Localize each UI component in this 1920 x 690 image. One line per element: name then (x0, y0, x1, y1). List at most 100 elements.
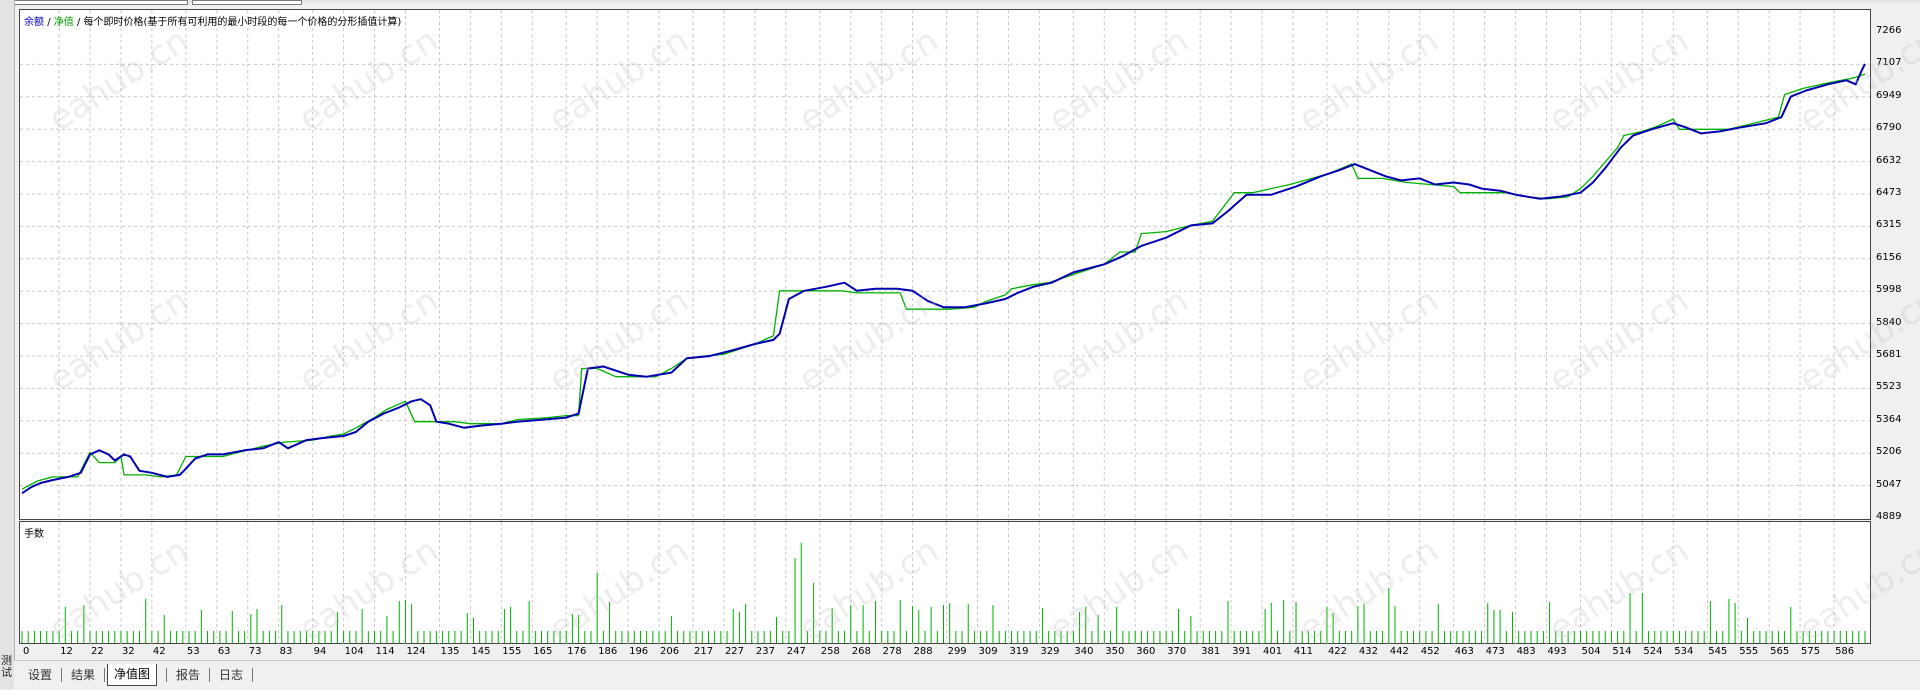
x-tick-label: 524 (1643, 646, 1663, 657)
y-tick-label: 5047 (1876, 478, 1902, 490)
tab-separator (104, 668, 105, 682)
x-tick-label: 278 (882, 646, 902, 657)
x-tick-label: 83 (279, 646, 293, 657)
x-tick-label: 586 (1835, 646, 1855, 657)
legend-note: 每个即时价格(基于所有可利用的最小时段的每一个价格的分形插值计算) (83, 17, 402, 28)
x-tick-label: 268 (851, 646, 871, 657)
x-tick-label: 247 (786, 646, 806, 657)
x-tick-label: 381 (1201, 646, 1221, 657)
y-tick-label: 7266 (1876, 25, 1902, 36)
equity-chart-panel[interactable]: 余额 / 净值 / 每个即时价格(基于所有可利用的最小时段的每一个价格的分形插值… (19, 9, 1871, 521)
x-tick-label: 319 (1009, 646, 1029, 657)
tab-results[interactable]: 结果 (65, 665, 101, 685)
x-tick-label: 186 (598, 646, 618, 657)
x-tick-label: 0 (23, 646, 30, 657)
x-tick-label: 135 (440, 646, 460, 657)
y-tick-label: 7107 (1876, 57, 1902, 69)
volume-chart-panel[interactable]: 手数 (19, 521, 1871, 645)
x-tick-label: 176 (567, 646, 587, 657)
balance-series-line (21, 73, 1866, 490)
tab-equity-chart[interactable]: 净值图 (107, 664, 158, 686)
x-tick-label: 411 (1293, 646, 1314, 657)
x-tick-label: 555 (1739, 646, 1759, 657)
y-tick-label: 6790 (1876, 122, 1902, 134)
legend-equity: 净值 (53, 17, 74, 28)
x-tick-label: 504 (1581, 646, 1601, 657)
y-tick-label: 5364 (1876, 413, 1902, 425)
x-tick-label: 258 (820, 646, 840, 657)
x-tick-label: 534 (1674, 646, 1694, 657)
chart-legend: 余额 / 净值 / 每个即时价格(基于所有可利用的最小时段的每一个价格的分形插值… (24, 13, 401, 28)
x-tick-label: 227 (724, 646, 745, 657)
x-tick-label: 442 (1389, 646, 1409, 657)
tab-separator (61, 668, 62, 682)
x-tick-label: 340 (1074, 646, 1094, 657)
x-tick-label: 22 (91, 646, 104, 657)
x-tick-label: 350 (1105, 646, 1125, 657)
tab-settings[interactable]: 设置 (22, 665, 58, 685)
y-tick-label: 6632 (1876, 154, 1902, 166)
x-tick-label: 206 (660, 646, 680, 657)
x-tick-label: 237 (755, 646, 775, 657)
top-toolbar-box-right[interactable] (192, 0, 302, 5)
x-tick-label: 145 (471, 646, 491, 657)
y-tick-label: 5523 (1876, 381, 1902, 393)
x-tick-label: 155 (502, 646, 522, 657)
top-toolbar-box-left[interactable] (0, 0, 188, 5)
tester-sidebar: 测试 (0, 0, 15, 689)
x-tick-label: 63 (217, 646, 231, 657)
y-tick-label: 5206 (1876, 446, 1902, 458)
x-tick-label: 165 (533, 646, 553, 657)
tester-tab-bar: 设置 结果 净值图 报告 日志 (14, 660, 1920, 690)
x-tick-label: 432 (1358, 646, 1378, 657)
y-axis-labels: 7266 7107 6949 6790 6632 6473 6315 6156 5998 5840… (1876, 0, 1920, 689)
y-tick-label: 6156 (1876, 251, 1902, 263)
x-tick-label: 370 (1167, 646, 1187, 657)
x-tick-label: 483 (1516, 646, 1536, 657)
y-tick-label: 6949 (1876, 89, 1902, 101)
y-tick-label: 6473 (1876, 187, 1902, 198)
x-tick-label: 575 (1801, 646, 1821, 657)
x-tick-label: 288 (913, 646, 933, 657)
y-tick-label: 5681 (1876, 349, 1902, 360)
y-tick-label: 5998 (1876, 284, 1902, 296)
y-tick-label: 5840 (1876, 316, 1902, 328)
tab-separator (252, 668, 253, 682)
y-tick-label: 6315 (1876, 219, 1902, 231)
x-tick-label: 422 (1327, 646, 1348, 657)
tab-separator (166, 668, 167, 682)
x-tick-label: 565 (1770, 646, 1790, 657)
x-tick-label: 463 (1454, 646, 1474, 657)
x-tick-label: 32 (121, 646, 135, 657)
x-tick-label: 473 (1485, 646, 1505, 657)
sidebar-label: 测试 (1, 654, 12, 679)
x-tick-label: 391 (1232, 646, 1252, 657)
x-tick-label: 73 (248, 646, 262, 657)
x-tick-label: 493 (1547, 646, 1567, 657)
x-tick-label: 114 (375, 646, 395, 657)
x-tick-label: 104 (344, 646, 364, 657)
x-tick-label: 196 (629, 646, 649, 657)
x-tick-label: 12 (60, 646, 73, 657)
x-tick-label: 217 (694, 646, 714, 657)
x-tick-label: 452 (1420, 646, 1440, 657)
volume-label: 手数 (24, 529, 44, 540)
x-tick-label: 329 (1040, 646, 1060, 657)
x-tick-label: 401 (1263, 646, 1283, 657)
x-tick-label: 545 (1708, 646, 1728, 657)
x-tick-label: 42 (152, 646, 166, 657)
volume-chart-canvas (21, 522, 1866, 645)
x-tick-label: 514 (1612, 646, 1632, 657)
y-tick-label: 4889 (1876, 511, 1902, 522)
legend-sep-1: / (47, 17, 51, 28)
equity-series-line (21, 63, 1866, 495)
x-tick-label: 309 (978, 646, 998, 657)
legend-balance: 余额 (24, 17, 44, 28)
tab-journal[interactable]: 日志 (213, 665, 249, 685)
x-tick-label: 124 (406, 646, 426, 657)
equity-chart-canvas (20, 10, 1870, 521)
x-tick-label: 53 (186, 646, 200, 657)
x-tick-label: 360 (1136, 646, 1156, 657)
x-tick-label: 299 (947, 646, 967, 657)
tab-report[interactable]: 报告 (170, 665, 206, 685)
